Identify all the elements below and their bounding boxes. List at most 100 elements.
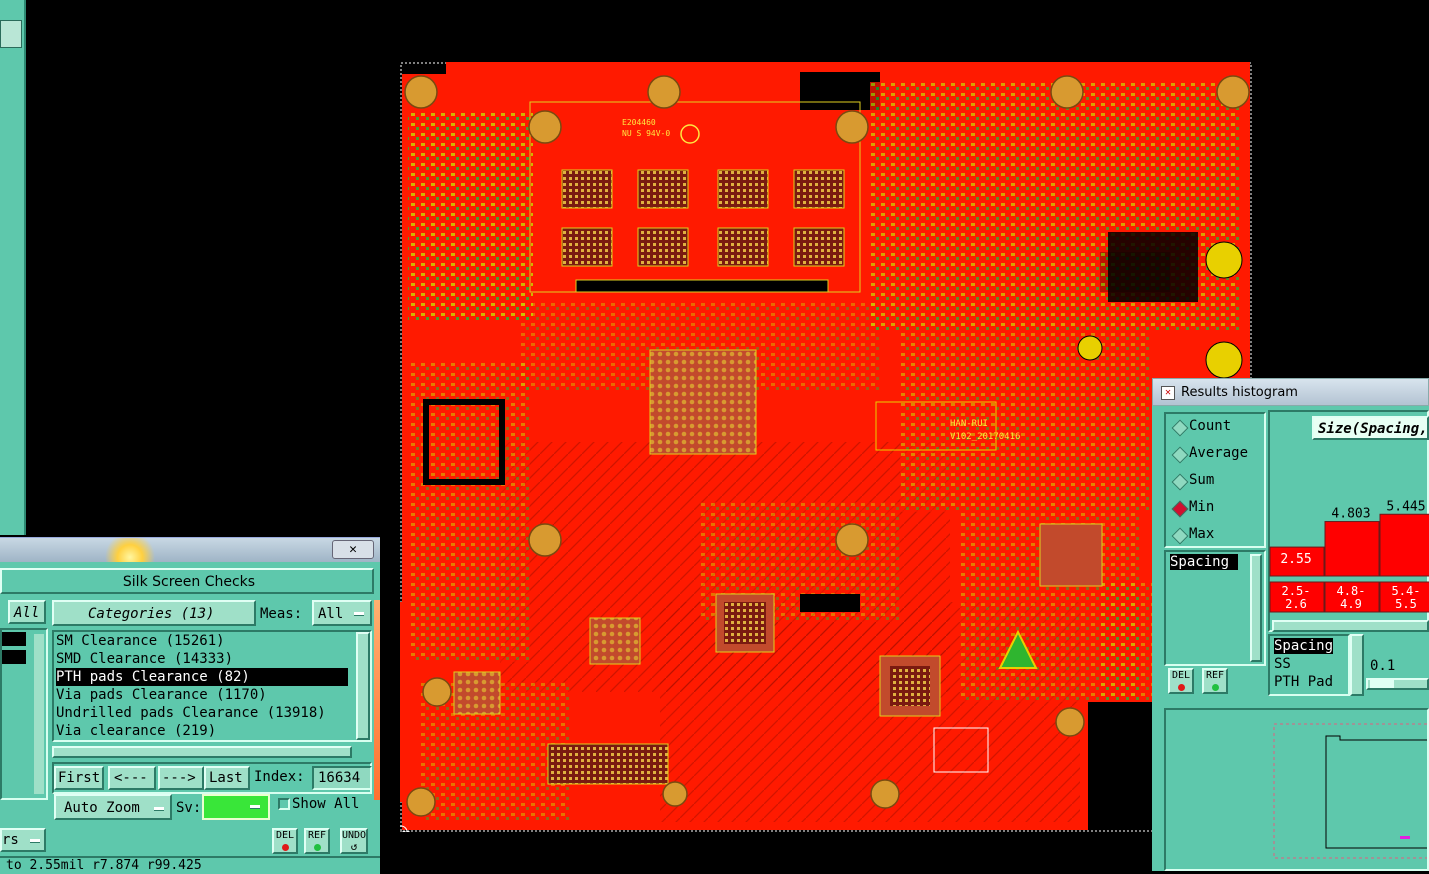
preview-outline-svg	[1273, 723, 1429, 859]
all-button-label: All	[14, 605, 40, 621]
undo-button[interactable]: UNDO ↺	[340, 828, 368, 854]
measure-list[interactable]: Spacing	[1164, 550, 1266, 666]
option-count[interactable]: Count	[1189, 418, 1231, 434]
del-indicator-icon	[1177, 684, 1185, 691]
histogram-bar[interactable]	[1379, 513, 1429, 577]
left-side-panel	[0, 0, 26, 535]
hist-del-button[interactable]: DEL	[1168, 668, 1194, 694]
sv-label: Sv:	[176, 800, 202, 816]
legend-item-spacing[interactable]: Spacing	[1274, 638, 1334, 654]
meas-value: All	[318, 606, 344, 622]
auto-zoom-label: Auto Zoom	[64, 800, 140, 816]
category-item[interactable]: Via pads Clearance (1170)	[56, 686, 267, 704]
scale-value: 0.1	[1370, 658, 1396, 674]
app-window-icon: ✕	[1161, 386, 1175, 400]
category-item[interactable]: SM Clearance (15261)	[56, 632, 225, 650]
legend-scrollbar[interactable]	[1350, 634, 1364, 696]
dropdown-arrow-icon	[354, 612, 364, 616]
panel-title: Silk Screen Checks	[122, 574, 256, 590]
left-dropdown-label: rs	[2, 832, 19, 848]
pcb-board-view[interactable]: E204460 NU S 94V-0 HAN-RUI V102_20170416	[400, 62, 1252, 832]
histogram-bin-label: 2.6	[1285, 597, 1307, 611]
mini-list-row	[2, 650, 26, 664]
categories-button[interactable]: Categories (13)	[52, 600, 256, 626]
index-label: Index:	[254, 769, 305, 785]
option-max[interactable]: Max	[1189, 526, 1214, 542]
del-button[interactable]: DEL	[272, 828, 298, 854]
legend-item-pth-pad[interactable]: PTH Pad	[1274, 674, 1333, 690]
edge-gradient	[374, 600, 380, 800]
ref-indicator-icon	[1211, 684, 1219, 691]
hist-del-label: DEL	[1171, 670, 1191, 681]
next-button[interactable]: --->	[158, 766, 204, 790]
category-item[interactable]: Via clearance (219)	[56, 722, 216, 740]
board-preview[interactable]	[1164, 708, 1429, 871]
prev-label: <---	[114, 770, 148, 786]
categories-label: Categories (13)	[88, 606, 215, 622]
option-min[interactable]: Min	[1189, 499, 1214, 515]
meas-label: Meas:	[260, 606, 303, 622]
option-sum[interactable]: Sum	[1189, 472, 1214, 488]
histogram-bar-value: 2.55	[1280, 552, 1311, 567]
last-button[interactable]: Last	[204, 766, 250, 790]
chart-header-label: Size(Spacing,	[1318, 421, 1428, 437]
index-input[interactable]: 16634	[312, 766, 372, 790]
first-button[interactable]: First	[54, 766, 104, 790]
hist-ref-label: REF	[1205, 670, 1225, 681]
results-histogram-window: ✕ Results histogram Count Average Sum Mi…	[1152, 378, 1429, 871]
silk-text-cert: E204460	[622, 118, 656, 127]
histogram-title: Results histogram	[1181, 385, 1298, 400]
severity-color-dropdown[interactable]	[202, 794, 270, 820]
first-label: First	[58, 770, 101, 786]
category-item-selected[interactable]: PTH pads Clearance (82)	[56, 668, 348, 686]
auto-zoom-dropdown[interactable]: Auto Zoom	[54, 794, 172, 820]
category-hscrollbar[interactable]	[52, 746, 352, 758]
last-label: Last	[209, 770, 243, 786]
silk-text-version: V102_20170416	[950, 432, 1020, 442]
option-average[interactable]: Average	[1189, 445, 1248, 461]
hist-ref-button[interactable]: REF	[1202, 668, 1228, 694]
meas-dropdown[interactable]: All	[312, 600, 372, 626]
histogram-bin-label: 4.9	[1340, 597, 1362, 611]
ref-indicator-icon	[313, 844, 321, 851]
index-value: 16634	[318, 770, 361, 786]
ref-label: REF	[307, 830, 327, 841]
close-button[interactable]: ✕	[332, 540, 374, 559]
dropdown-arrow-icon	[250, 805, 260, 809]
mini-list-row	[2, 632, 26, 646]
status-bar: to 2.55mil r7.874 r99.425	[0, 856, 380, 874]
slider-thumb[interactable]	[1370, 680, 1394, 688]
undo-arrow-icon: ↺	[350, 840, 358, 853]
histogram-bin-label: 5.4-	[1392, 584, 1421, 598]
silk-text-flammability: NU S 94V-0	[622, 129, 670, 138]
dropdown-arrow-icon	[154, 807, 164, 811]
prev-button[interactable]: <---	[108, 766, 156, 790]
category-list-scrollbar[interactable]	[356, 632, 370, 740]
histogram-titlebar: ✕ Results histogram	[1152, 378, 1429, 406]
left-mini-list[interactable]	[0, 628, 48, 800]
chart-header-dropdown[interactable]: Size(Spacing,	[1312, 416, 1429, 440]
all-button[interactable]: All	[8, 600, 46, 624]
legend-list[interactable]: Spacing SS PTH Pad	[1268, 634, 1350, 696]
del-indicator-icon	[281, 844, 289, 851]
panel-titlebar	[0, 538, 380, 562]
scale-slider[interactable]	[1366, 678, 1429, 690]
ref-button[interactable]: REF	[304, 828, 330, 854]
category-item[interactable]: SMD Clearance (14333)	[56, 650, 233, 668]
histogram-bin-label: 2.5-	[1282, 584, 1311, 598]
left-panel-button[interactable]	[0, 20, 22, 48]
histogram-bar[interactable]	[1324, 521, 1380, 577]
dropdown-arrow-icon	[30, 839, 40, 843]
del-label: DEL	[275, 830, 295, 841]
left-dropdown[interactable]: rs	[0, 828, 46, 852]
category-item[interactable]: Undrilled pads Clearance (13918)	[56, 704, 326, 722]
next-label: --->	[162, 770, 196, 786]
mini-list-scrollbar[interactable]	[34, 634, 44, 794]
show-all-checkbox[interactable]	[278, 798, 290, 810]
measure-list-item[interactable]: Spacing	[1170, 554, 1238, 570]
show-all-label: Show All	[292, 796, 360, 812]
measure-list-scrollbar[interactable]	[1250, 554, 1262, 662]
histogram-bar-value: 5.445	[1386, 499, 1425, 514]
legend-item-ss[interactable]: SS	[1274, 656, 1291, 672]
chart-hscrollbar[interactable]	[1272, 620, 1429, 632]
